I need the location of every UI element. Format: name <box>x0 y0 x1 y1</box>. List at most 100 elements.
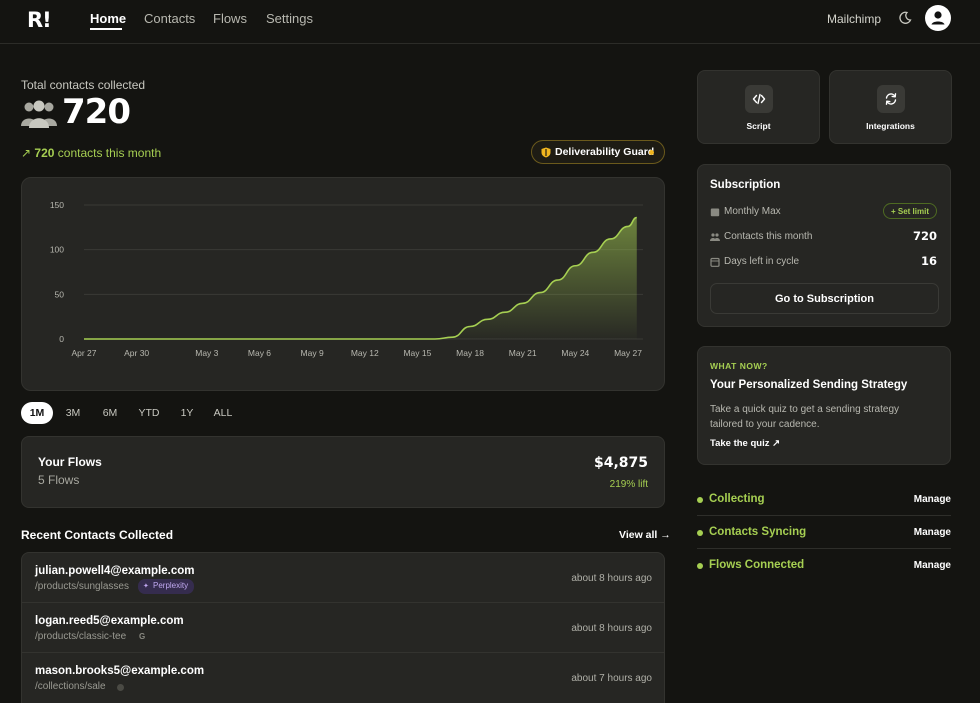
go-to-subscription-button[interactable]: Go to Subscription <box>710 283 939 314</box>
trend-up-icon: ↗ <box>21 146 32 160</box>
moon-icon[interactable] <box>898 11 912 25</box>
status-flows-connected: Flows Connected Manage <box>697 549 951 582</box>
status-dot <box>697 563 703 569</box>
code-icon <box>745 85 773 113</box>
status-label: Contacts Syncing <box>709 526 807 538</box>
status-contacts-syncing: Contacts Syncing Manage <box>697 516 951 549</box>
google-icon: G <box>139 632 146 641</box>
script-label: Script <box>746 121 771 131</box>
x-tick-label: May 27 <box>614 348 642 358</box>
total-contacts-label: Total contacts collected <box>21 78 146 92</box>
contacts-month-value: 720 <box>912 229 937 243</box>
flows-title: Your Flows <box>38 455 102 469</box>
calendar-icon <box>710 208 720 217</box>
contact-row[interactable]: mason.brooks5@example.com /collections/s… <box>22 653 664 703</box>
contact-row[interactable]: logan.reed5@example.com /products/classi… <box>22 603 664 653</box>
avatar[interactable] <box>925 5 951 31</box>
plan-label: Monthly Max <box>724 206 781 217</box>
contact-email: julian.powell4@example.com <box>35 565 195 577</box>
x-tick-label: May 18 <box>456 348 484 358</box>
contacts-month-label: Contacts this month <box>724 231 813 242</box>
y-tick-label: 50 <box>55 289 65 299</box>
status-collecting: Collecting Manage <box>697 483 951 516</box>
strategy-title: Your Personalized Sending Strategy <box>710 379 908 391</box>
x-tick-label: May 21 <box>509 348 537 358</box>
source-badge: ✦ Perplexity <box>138 579 195 594</box>
strategy-card: WHAT NOW? Your Personalized Sending Stra… <box>697 346 951 465</box>
x-tick-label: Apr 30 <box>124 348 149 358</box>
top-nav: R! Home Contacts Flows Settings Mailchim… <box>0 0 980 44</box>
shield-icon <box>541 147 551 158</box>
y-tick-label: 100 <box>50 245 64 255</box>
nav-flows[interactable]: Flows <box>213 11 247 26</box>
flows-count: 5 Flows <box>38 473 80 487</box>
y-tick-label: 150 <box>50 200 64 210</box>
guard-status-dot <box>649 150 654 155</box>
nav-home[interactable]: Home <box>90 11 126 26</box>
refresh-icon <box>877 85 905 113</box>
script-tile[interactable]: Script <box>697 70 820 144</box>
x-tick-label: May 9 <box>301 348 324 358</box>
x-tick-label: May 3 <box>195 348 218 358</box>
strategy-kicker: WHAT NOW? <box>710 361 768 371</box>
sparkle-icon: ✦ <box>143 583 149 590</box>
logo[interactable]: R! <box>27 8 52 32</box>
set-limit-button[interactable]: + Set limit <box>882 203 937 219</box>
source-badge-label: Perplexity <box>153 581 189 590</box>
contact-path: /collections/sale <box>35 681 106 692</box>
monthly-trend: ↗ 720 contacts this month <box>21 146 161 160</box>
nav-contacts[interactable]: Contacts <box>144 11 195 26</box>
integrations-tile[interactable]: Integrations <box>829 70 952 144</box>
integrations-label: Integrations <box>866 121 915 131</box>
x-tick-label: May 15 <box>403 348 431 358</box>
take-quiz-link[interactable]: Take the quiz ↗ <box>710 438 780 449</box>
range-3m[interactable]: 3M <box>58 402 88 424</box>
deliverability-guard-badge[interactable]: Deliverability Guard <box>531 140 665 164</box>
x-tick-label: May 6 <box>248 348 271 358</box>
contact-path: /products/sunglasses <box>35 581 129 592</box>
contact-email: logan.reed5@example.com <box>35 615 184 627</box>
status-dot <box>697 530 703 536</box>
range-6m[interactable]: 6M <box>95 402 125 424</box>
direct-source-icon <box>117 684 124 691</box>
contacts-chart-svg: 0 50 100 150 Apr 27 Apr 30 May 3 May 6 May 9 May … <box>50 200 643 358</box>
contact-time: about 7 hours ago <box>571 673 652 684</box>
trend-text: contacts this month <box>54 146 162 160</box>
contact-time: about 8 hours ago <box>571 573 652 584</box>
subscription-card: Subscription Monthly Max + Set limit Con… <box>697 164 951 327</box>
strategy-description: Take a quick quiz to get a sending strat… <box>710 404 900 430</box>
y-tick-label: 0 <box>59 334 64 344</box>
people-icon <box>710 233 720 241</box>
contact-path: /products/classic-tee <box>35 631 127 642</box>
range-1y[interactable]: 1Y <box>173 402 201 424</box>
people-icon <box>21 100 57 128</box>
manage-collecting-button[interactable]: Manage <box>914 494 951 505</box>
manage-flows-button[interactable]: Manage <box>914 560 951 571</box>
days-left-value: 16 <box>920 254 937 268</box>
contact-row[interactable]: julian.powell4@example.com /products/sun… <box>22 553 664 603</box>
x-tick-label: May 24 <box>561 348 589 358</box>
recent-contacts-list: julian.powell4@example.com /products/sun… <box>21 552 665 703</box>
range-ytd[interactable]: YTD <box>132 402 166 424</box>
contacts-chart: 0 50 100 150 Apr 27 Apr 30 May 3 May 6 May 9 May … <box>21 177 665 391</box>
trend-value: 720 <box>34 146 55 160</box>
flows-card[interactable]: Your Flows 5 Flows $4,875 219% lift <box>21 436 665 508</box>
view-all-link[interactable]: View all → <box>619 529 671 541</box>
series-area <box>84 217 637 339</box>
flows-lift: 219% lift <box>609 479 648 490</box>
contact-time: about 8 hours ago <box>571 623 652 634</box>
range-1m[interactable]: 1M <box>21 402 53 424</box>
range-all[interactable]: ALL <box>208 402 238 424</box>
manage-syncing-button[interactable]: Manage <box>914 527 951 538</box>
nav-settings[interactable]: Settings <box>266 11 313 26</box>
status-label: Collecting <box>709 493 765 505</box>
integration-label[interactable]: Mailchimp <box>827 12 881 26</box>
guard-label: Deliverability Guard <box>555 146 655 158</box>
nav-active-underline <box>90 28 122 30</box>
days-left-label: Days left in cycle <box>724 256 800 267</box>
subscription-title: Subscription <box>710 179 781 191</box>
total-contacts-count: 720 <box>62 92 131 132</box>
status-label: Flows Connected <box>709 559 805 571</box>
recent-contacts-title: Recent Contacts Collected <box>21 528 174 542</box>
calendar-icon <box>710 257 720 267</box>
